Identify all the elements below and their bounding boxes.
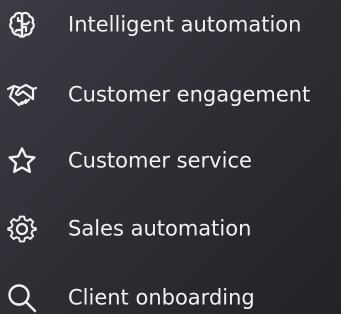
menu-item-sales-automation[interactable]: Sales automation xyxy=(0,209,341,249)
feature-menu: Intelligent automation Customer engageme… xyxy=(0,0,341,314)
brain-icon xyxy=(4,7,40,43)
handshake-icon xyxy=(4,77,40,113)
menu-item-customer-engagement[interactable]: Customer engagement xyxy=(0,75,341,115)
star-icon xyxy=(4,143,40,179)
menu-item-label: Customer engagement xyxy=(68,82,311,107)
menu-item-intelligent-automation[interactable]: Intelligent automation xyxy=(0,5,341,45)
menu-item-label: Sales automation xyxy=(68,216,252,241)
menu-item-customer-service[interactable]: Customer service xyxy=(0,141,341,181)
search-icon xyxy=(4,280,40,314)
menu-item-label: Customer service xyxy=(68,148,252,173)
menu-item-label: Client onboarding xyxy=(68,285,255,310)
menu-item-client-onboarding[interactable]: Client onboarding xyxy=(0,278,341,314)
gear-icon xyxy=(4,211,40,247)
menu-item-label: Intelligent automation xyxy=(68,12,302,37)
